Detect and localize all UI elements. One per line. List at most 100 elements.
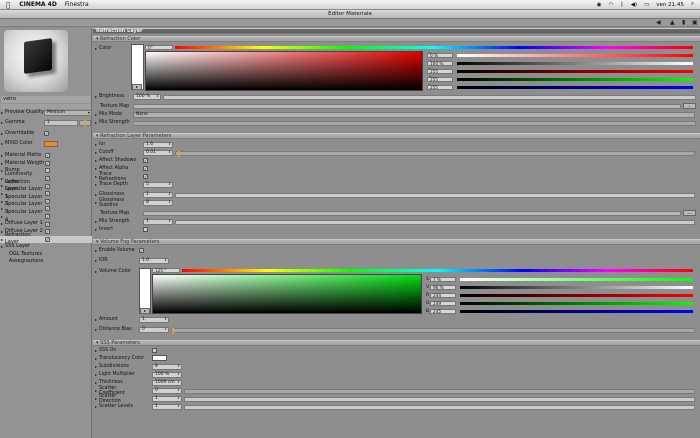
fog-s-slider[interactable]	[460, 278, 693, 281]
light-mult-input[interactable]: 100 % ⇕	[152, 372, 182, 378]
translucency-swatch[interactable]	[152, 355, 167, 361]
scatter-coef-input[interactable]: 0 ⇕	[152, 388, 182, 394]
gloss-subdivs-input[interactable]: 8 ⇕	[143, 200, 173, 206]
scatter-levels-slider[interactable]	[184, 405, 695, 410]
app-menu[interactable]: CINEMA 4D	[19, 1, 57, 8]
fog-hue-value[interactable]: 125 °	[152, 268, 180, 273]
stepper-icon[interactable]: ⇕	[168, 142, 171, 147]
refr-brightness-input[interactable]: 100 % ⇕	[133, 94, 161, 100]
fog-s-value[interactable]: 7 %	[430, 277, 456, 282]
fog-hue-slider[interactable]	[182, 269, 693, 272]
fog-g-slider[interactable]	[460, 302, 693, 305]
refr-params-texture-browse[interactable]: …	[683, 210, 696, 216]
affect-shadows-checkbox[interactable]: ✓	[143, 158, 148, 163]
refr-texture-browse-button[interactable]: …	[683, 103, 696, 109]
clock[interactable]: ven 21.45	[656, 2, 684, 8]
spotlight-icon[interactable]: ⌕	[691, 1, 694, 8]
apple-icon[interactable]: 	[6, 1, 10, 9]
layer-enable-checkbox[interactable]: ✓	[45, 183, 50, 189]
subdivisions-input[interactable]: 8 ⇕	[152, 364, 182, 370]
refr-params-mix-input[interactable]: 1 ⇕	[143, 219, 173, 225]
layer-item[interactable]: ▸ Refraction Layer ✓	[0, 232, 92, 245]
lock-icon[interactable]: ▲	[670, 19, 675, 26]
glossiness-input[interactable]: 1 ⇕	[143, 192, 173, 198]
refr-g-slider[interactable]	[457, 78, 693, 81]
refr-s-slider[interactable]	[457, 54, 693, 57]
fog-color-options-button[interactable]: ▸	[140, 308, 150, 314]
pin-icon[interactable]: ▮	[682, 19, 685, 26]
fog-r-value[interactable]: 244	[430, 293, 456, 298]
layer-enable-checkbox[interactable]: ✓	[45, 221, 50, 227]
stepper-icon[interactable]: ⇕	[168, 192, 171, 197]
wifi-icon[interactable]: ◠	[609, 2, 614, 8]
refr-s-value[interactable]: 0 %	[427, 53, 453, 58]
stepper-icon[interactable]: ⇕	[177, 388, 180, 393]
status-icon[interactable]: ◉	[597, 2, 602, 8]
layer-enable-checkbox[interactable]: ✓	[45, 160, 50, 166]
section-sss[interactable]: ▾ SSS Parameters	[93, 340, 700, 346]
scatter-levels-input[interactable]: 1 ⇕	[152, 404, 182, 410]
scatter-coef-slider[interactable]	[184, 389, 695, 394]
stepper-icon[interactable]: ⇕	[168, 219, 171, 224]
bluetooth-icon[interactable]: ᛒ	[620, 2, 623, 8]
preview-quality-dropdown[interactable]: Medium ▾	[44, 109, 92, 116]
stepper-icon[interactable]: ⇕	[164, 317, 167, 322]
stepper-icon[interactable]: ⇕	[156, 94, 159, 99]
section-refraction-layer[interactable]: Refraction Layer	[93, 28, 700, 34]
layer-enable-checkbox[interactable]: ✓	[45, 191, 50, 197]
cutoff-slider[interactable]	[175, 151, 695, 157]
layer-enable-checkbox[interactable]: ✓	[45, 176, 50, 182]
back-arrow-icon[interactable]: ◀	[656, 19, 661, 26]
layer-item[interactable]: Assegnazione	[0, 258, 92, 266]
gamma-slider[interactable]	[79, 119, 91, 126]
stepper-icon[interactable]: ⇕	[164, 258, 167, 263]
refr-hue-value[interactable]: 0°	[145, 45, 173, 50]
layout-icon[interactable]: ▣	[692, 19, 698, 26]
stepper-icon[interactable]: ⇕	[168, 150, 171, 155]
refr-texture-map-field[interactable]	[133, 104, 681, 109]
refr-v-value[interactable]: 100 %	[427, 61, 453, 66]
fog-color-field[interactable]	[152, 274, 422, 314]
menu-finestra[interactable]: Finestra	[65, 1, 89, 8]
invert-checkbox[interactable]	[143, 227, 148, 232]
stepper-icon[interactable]: ⇕	[177, 404, 180, 409]
trace-refractions-checkbox[interactable]: ✓	[143, 174, 148, 179]
fog-v-value[interactable]: 96 %	[430, 285, 456, 290]
refr-v-slider[interactable]	[457, 62, 693, 65]
glossiness-slider[interactable]	[175, 193, 695, 198]
stepper-icon[interactable]: ⇕	[177, 364, 180, 369]
stepper-icon[interactable]: ⇕	[177, 380, 180, 385]
affect-alpha-checkbox[interactable]: ✓	[143, 166, 148, 171]
stepper-icon[interactable]: ⇕	[177, 372, 180, 377]
fog-b-value[interactable]: 245	[430, 309, 456, 314]
section-volume-fog[interactable]: ▾ Volume Fog Parameters	[93, 239, 700, 245]
refr-params-texture-field[interactable]	[143, 211, 681, 216]
cutoff-input[interactable]: 0.01 ⇕	[143, 150, 173, 156]
distance-bias-slider[interactable]	[171, 328, 695, 334]
refr-mix-strength-slider[interactable]	[133, 121, 696, 126]
layer-enable-checkbox[interactable]: ✓	[45, 236, 50, 242]
refr-r-value[interactable]: 255	[427, 69, 453, 74]
refr-r-slider[interactable]	[457, 70, 693, 73]
layer-item[interactable]: ▸ Diffuse Layer 1 ✓	[0, 220, 92, 228]
trace-depth-input[interactable]: 5 ⇕	[143, 182, 173, 188]
refr-b-value[interactable]: 255	[427, 85, 453, 90]
refr-brightness-slider[interactable]	[163, 95, 696, 100]
refr-color-options-button[interactable]: ▸	[132, 84, 142, 90]
refr-hue-slider[interactable]	[175, 46, 693, 49]
refr-color-field[interactable]	[145, 51, 423, 91]
distance-bias-input[interactable]: 0 ⇕	[139, 327, 169, 333]
section-refraction-color[interactable]: ▾ Refraction Color	[93, 36, 700, 42]
layer-enable-checkbox[interactable]	[45, 168, 50, 174]
volume-icon[interactable]: ◀)	[631, 2, 637, 8]
refr-params-mix-slider[interactable]	[175, 220, 695, 225]
cutoff-slider-knob[interactable]	[178, 151, 180, 157]
layer-item[interactable]: ▸ Specular Layer 4 ✓	[0, 209, 92, 223]
scatter-dir-slider[interactable]	[184, 397, 695, 402]
fog-ior-input[interactable]: 1.0 ⇕	[139, 258, 169, 264]
material-name[interactable]: vetro	[1, 96, 91, 103]
refr-mix-mode-dropdown[interactable]: None	[133, 112, 695, 118]
fog-g-value[interactable]: 249	[430, 301, 456, 306]
stepper-icon[interactable]: ⇕	[168, 200, 171, 205]
amount-input[interactable]: 1 ⇕	[139, 317, 169, 323]
